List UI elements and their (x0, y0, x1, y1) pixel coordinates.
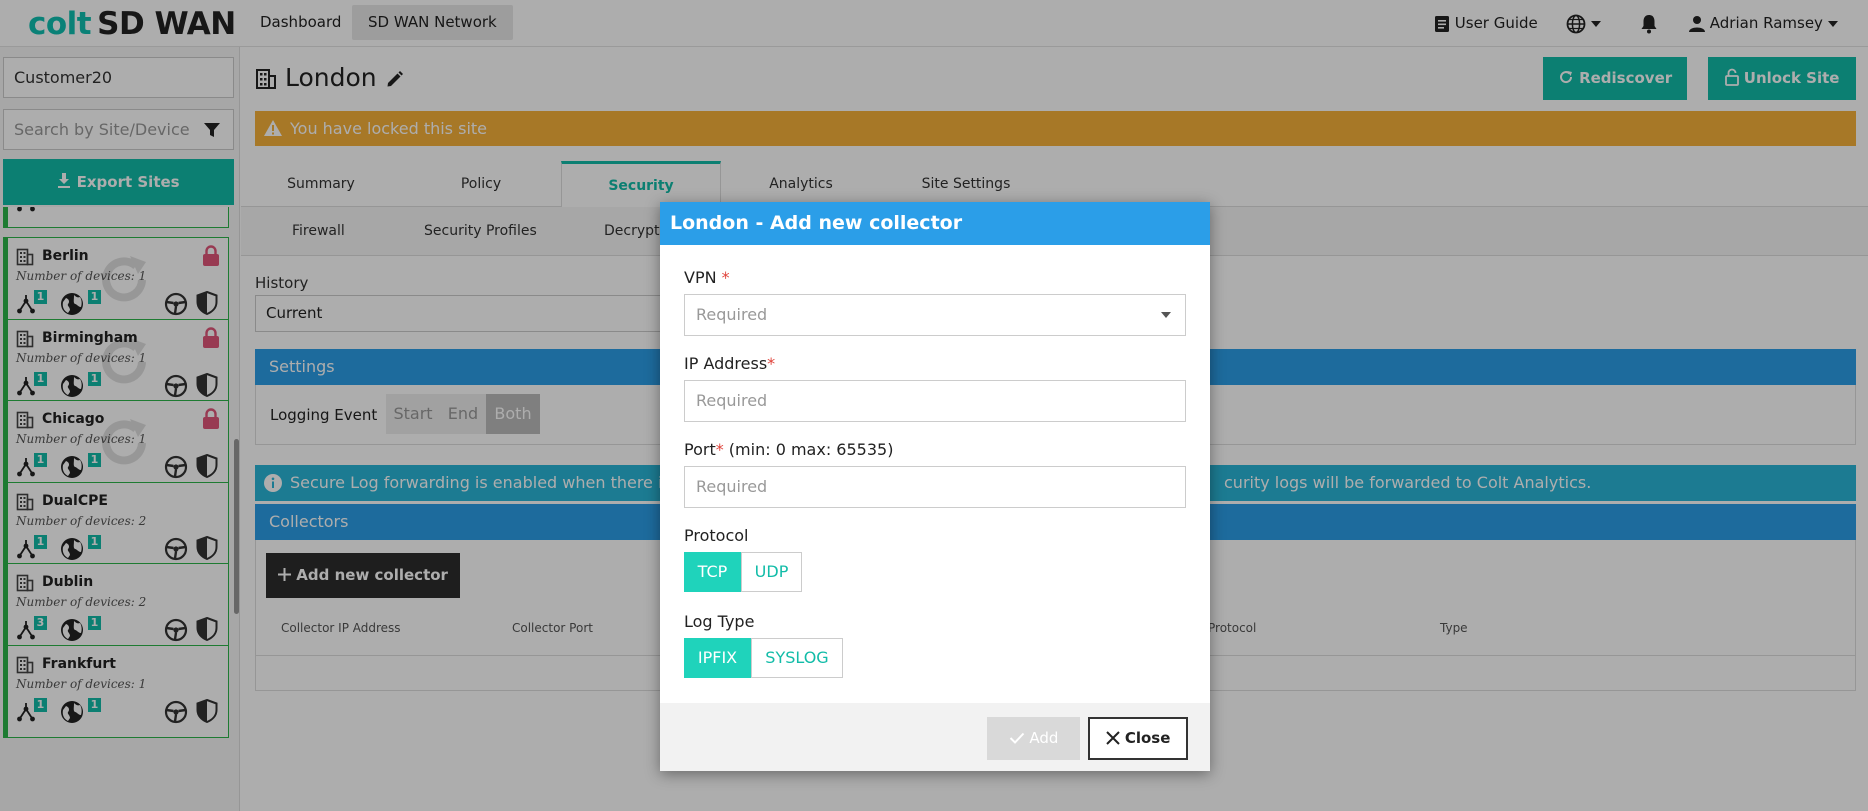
ip-address-input[interactable]: Required (684, 380, 1186, 422)
log-type-ipfix-toggle[interactable]: IPFIX (684, 638, 751, 678)
port-label: Port* (min: 0 max: 65535) (684, 440, 894, 459)
close-button[interactable]: Close (1088, 717, 1188, 760)
protocol-label: Protocol (684, 526, 749, 545)
vpn-select[interactable]: Required (684, 294, 1186, 336)
check-icon (1009, 732, 1024, 744)
ip-address-label: IP Address* (684, 354, 776, 373)
modal-footer: Add Close (660, 703, 1210, 771)
close-icon (1105, 731, 1120, 745)
protocol-udp-toggle[interactable]: UDP (741, 552, 802, 592)
log-type-label: Log Type (684, 612, 755, 631)
vpn-label: VPN * (684, 268, 730, 287)
dropdown-caret-icon (1161, 312, 1171, 318)
add-collector-modal: London - Add new collector VPN * Require… (660, 202, 1210, 771)
add-button[interactable]: Add (987, 717, 1080, 760)
protocol-tcp-toggle[interactable]: TCP (684, 552, 741, 592)
port-input[interactable]: Required (684, 466, 1186, 508)
modal-title: London - Add new collector (660, 202, 1210, 245)
log-type-syslog-toggle[interactable]: SYSLOG (751, 638, 843, 678)
